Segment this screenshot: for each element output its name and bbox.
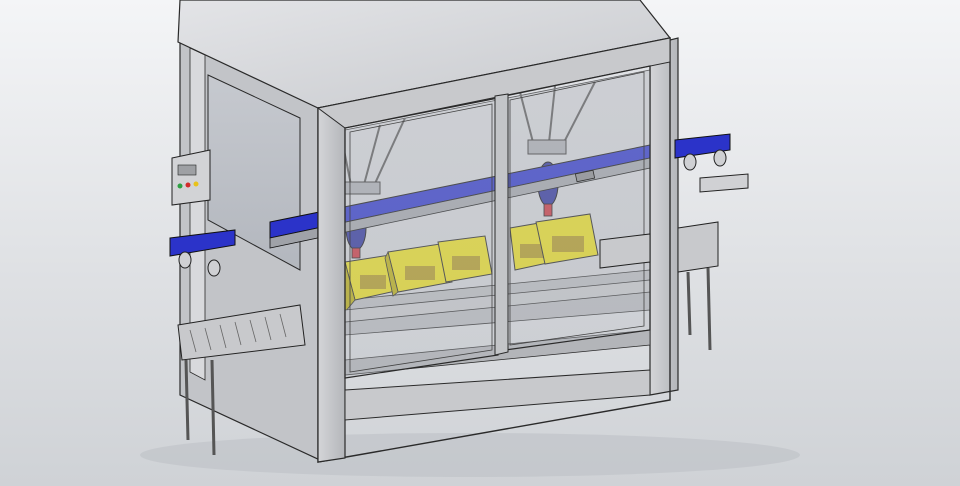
- machine-illustration: [140, 0, 800, 477]
- front-door-left: [344, 97, 499, 379]
- front-door-right: [504, 65, 651, 351]
- button-red-icon: [185, 182, 191, 188]
- button-yellow-icon: [193, 181, 199, 187]
- right-rear-post: [649, 37, 679, 396]
- cad-viewport: [0, 0, 960, 486]
- control-panel: [171, 149, 211, 206]
- button-green-icon: [177, 183, 183, 189]
- door-mullion: [494, 93, 509, 356]
- floor-shadow: [140, 433, 800, 477]
